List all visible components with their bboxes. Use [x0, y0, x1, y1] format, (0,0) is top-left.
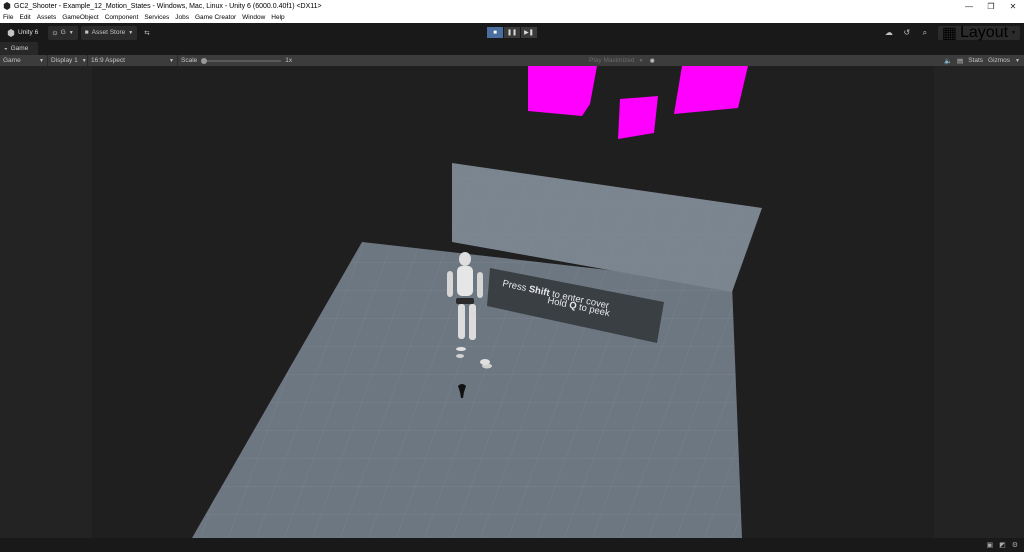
scale-control[interactable]: Scale 1x — [178, 55, 295, 66]
play-mode-dropdown[interactable]: Play Maximized ▼ ✺ — [589, 55, 655, 66]
magenta-cube — [528, 66, 597, 116]
layout-label: Layout — [960, 23, 1009, 41]
menu-help[interactable]: Help — [271, 14, 284, 21]
letterbox-right — [934, 66, 1024, 538]
scale-slider-knob[interactable] — [201, 57, 208, 64]
close-button[interactable]: ✕ — [1002, 0, 1024, 12]
unity-logo-icon — [7, 28, 15, 37]
gizmos-button[interactable]: Gizmos — [988, 57, 1010, 64]
menu-gameobject[interactable]: GameObject — [62, 14, 99, 21]
magenta-cube — [618, 96, 658, 139]
unity-account-button[interactable]: Unity 6 — [3, 26, 42, 40]
stats-button[interactable]: Stats — [968, 57, 983, 64]
tab-game[interactable]: ◒ Game — [0, 42, 38, 55]
menu-window[interactable]: Window — [242, 14, 265, 21]
chevron-down-icon: ▼ — [169, 57, 174, 64]
display-dropdown[interactable]: Display 1 ▼ — [48, 55, 88, 66]
tab-strip: ◒ Game — [0, 42, 1024, 55]
asset-store-label: Asset Store — [91, 29, 126, 36]
toolbar-right: ☁ ↺ ⌕ ▦ Layout ▼ — [878, 23, 1020, 42]
console-icon[interactable]: ◩ — [999, 541, 1006, 549]
letterbox-left — [0, 66, 92, 538]
layout-icon: ▦ — [941, 24, 957, 42]
bag-icon: ■ — [84, 29, 89, 36]
chevron-down-icon: ▼ — [128, 29, 134, 36]
menu-jobs[interactable]: Jobs — [175, 14, 189, 21]
account-label: G — [60, 29, 66, 36]
chevron-down-icon: ▼ — [1015, 57, 1020, 64]
game-viewport[interactable]: Press Shift to enter cover Hold Q to pee… — [0, 66, 1024, 538]
stop-icon: ■ — [493, 29, 497, 36]
game-mode-label: Game — [3, 57, 21, 64]
version-control-button[interactable]: ⇆ — [140, 26, 153, 40]
account-dropdown[interactable]: ⊙ G ▼ — [48, 25, 78, 40]
tab-game-label: Game — [10, 45, 29, 52]
step-button[interactable]: ▶❚ — [521, 27, 537, 38]
layout-dropdown[interactable]: ▦ Layout ▼ — [937, 23, 1020, 42]
display-label: Display 1 — [51, 57, 78, 64]
minimize-button[interactable]: — — [958, 0, 980, 12]
game-view-right: 🔈 ▤ Stats Gizmos ▼ — [939, 55, 1020, 66]
scale-label: Scale — [181, 57, 198, 64]
play-mode-label: Play Maximized — [589, 57, 635, 64]
chevron-down-icon: ▼ — [81, 57, 87, 64]
progress-icon[interactable]: ▣ — [986, 541, 993, 549]
menu-component[interactable]: Component — [105, 14, 139, 21]
menu-game-creator[interactable]: Game Creator — [195, 14, 236, 21]
history-icon[interactable]: ↺ — [900, 26, 914, 40]
unity-app-icon — [3, 2, 11, 10]
asset-store-dropdown[interactable]: ■ Asset Store ▼ — [80, 25, 138, 40]
stats-bars-icon[interactable]: ▤ — [957, 57, 963, 65]
aspect-dropdown[interactable]: 16:9 Aspect ▼ — [88, 55, 178, 66]
cloud-icon[interactable]: ☁ — [882, 26, 896, 40]
search-icon[interactable]: ⌕ — [918, 26, 932, 40]
maximize-button[interactable]: ❐ — [980, 0, 1002, 12]
version-control-icon: ⇆ — [144, 29, 150, 37]
account-icon: ⊙ — [52, 29, 58, 37]
window-titlebar: GC2_Shooter - Example_12_Motion_States -… — [0, 0, 1024, 12]
game-mode-dropdown[interactable]: Game ▼ — [0, 55, 48, 66]
gamepad-icon: ◒ — [4, 45, 8, 52]
scene-render: Press Shift to enter cover Hold Q to pee… — [192, 66, 762, 538]
bug-icon[interactable]: ✺ — [649, 57, 654, 65]
pause-icon: ❚❚ — [506, 30, 518, 36]
status-bar: ▣ ◩ ⚙ — [0, 538, 1024, 552]
play-button[interactable]: ■ — [487, 27, 503, 38]
menu-edit[interactable]: Edit — [19, 14, 30, 21]
pause-button[interactable]: ❚❚ — [504, 27, 520, 38]
game-view-toolbar: Game ▼ Display 1 ▼ 16:9 Aspect ▼ Scale 1… — [0, 55, 1024, 66]
scale-value: 1x — [285, 57, 293, 64]
menu-services[interactable]: Services — [144, 14, 169, 21]
scale-slider[interactable] — [201, 57, 282, 64]
chevron-down-icon: ▼ — [1011, 29, 1016, 36]
menu-assets[interactable]: Assets — [37, 14, 57, 21]
settings-icon[interactable]: ⚙ — [1012, 541, 1018, 549]
aspect-label: 16:9 Aspect — [91, 57, 125, 64]
chevron-down-icon: ▼ — [68, 29, 74, 36]
unity-label: Unity 6 — [18, 29, 39, 36]
menu-file[interactable]: File — [3, 14, 13, 21]
menu-bar: File Edit Assets GameObject Component Se… — [0, 12, 1024, 23]
chevron-down-icon: ▼ — [638, 57, 644, 64]
audio-icon[interactable]: 🔈 — [944, 57, 952, 65]
magenta-cube — [674, 66, 748, 114]
chevron-down-icon: ▼ — [39, 57, 44, 64]
window-title: GC2_Shooter - Example_12_Motion_States -… — [14, 2, 322, 10]
step-icon: ▶❚ — [524, 30, 534, 36]
play-controls: ■ ❚❚ ▶❚ — [487, 27, 538, 38]
game-scene[interactable]: Press Shift to enter cover Hold Q to pee… — [92, 66, 934, 538]
